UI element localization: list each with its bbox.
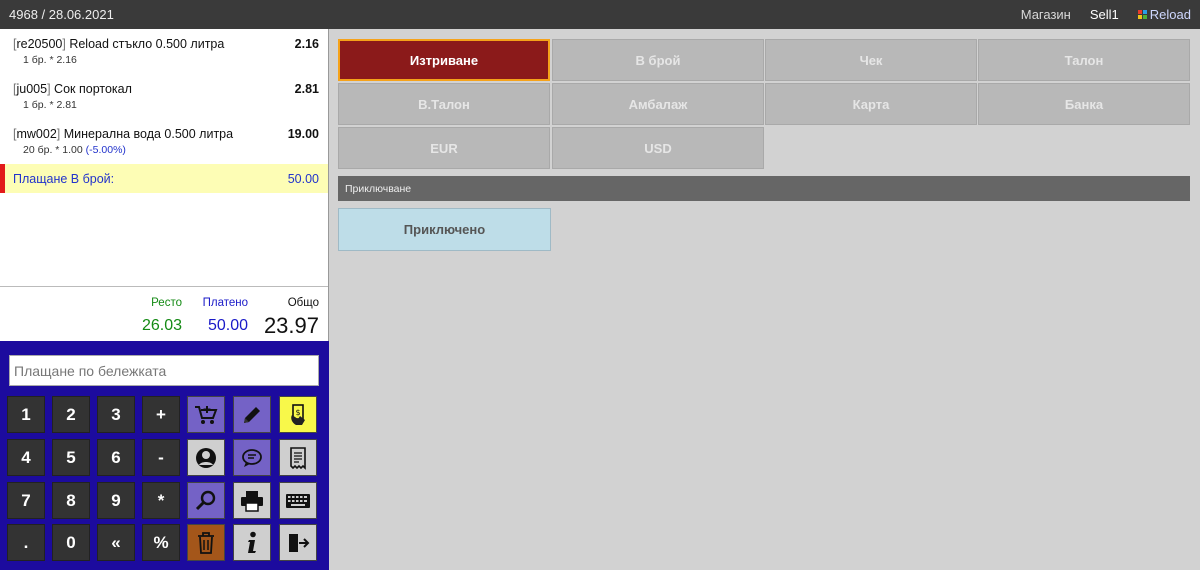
hand-cash-icon: $ bbox=[291, 403, 305, 425]
reload-brand[interactable]: Reload bbox=[1137, 7, 1191, 22]
cash-payment-button[interactable]: В брой bbox=[552, 39, 764, 81]
total-label: Общо bbox=[287, 297, 319, 309]
finish-section-header: Приключване bbox=[338, 176, 1190, 201]
change-block: Ресто 26.03 bbox=[142, 297, 182, 335]
user-circle-icon bbox=[196, 447, 216, 468]
print-button[interactable] bbox=[233, 482, 271, 519]
key-6[interactable]: 6 bbox=[97, 439, 135, 476]
svg-text:$: $ bbox=[295, 408, 300, 417]
trash-icon bbox=[198, 531, 214, 554]
keyboard-button[interactable] bbox=[279, 482, 317, 519]
keyboard-icon bbox=[286, 493, 310, 508]
add-to-cart-button[interactable] bbox=[187, 396, 225, 433]
receipt-item[interactable]: [mw002] Минерална вода 0.500 литра 19.00… bbox=[0, 119, 328, 164]
item-code: ju005 bbox=[16, 82, 48, 96]
key-minus[interactable]: - bbox=[142, 439, 180, 476]
key-9[interactable]: 9 bbox=[97, 482, 135, 519]
finish-button[interactable]: Приключено bbox=[338, 208, 551, 251]
search-icon bbox=[195, 490, 216, 510]
pencil-icon bbox=[244, 406, 260, 423]
payment-note-input[interactable] bbox=[9, 355, 319, 386]
top-bar: 4968 / 28.06.2021 Магазин Sell1 Reload bbox=[0, 0, 1200, 29]
cheque-payment-button[interactable]: Чек bbox=[765, 39, 977, 81]
key-4[interactable]: 4 bbox=[7, 439, 45, 476]
key-5[interactable]: 5 bbox=[52, 439, 90, 476]
key-7[interactable]: 7 bbox=[7, 482, 45, 519]
item-name: Reload стъкло 0.500 литра bbox=[69, 37, 225, 51]
bank-payment-button[interactable]: Банка bbox=[978, 83, 1190, 125]
change-value: 26.03 bbox=[141, 317, 182, 334]
key-percent[interactable]: % bbox=[142, 524, 180, 561]
user-name[interactable]: Sell1 bbox=[1090, 7, 1119, 22]
info-icon bbox=[248, 531, 256, 553]
shop-link[interactable]: Магазин bbox=[1021, 7, 1071, 22]
receipt-button[interactable] bbox=[279, 439, 317, 476]
item-qty: 1 бр. * 2.81 bbox=[23, 99, 77, 111]
chat-bubble-icon bbox=[242, 448, 262, 467]
edit-button[interactable] bbox=[233, 396, 271, 433]
item-name: Сок портокал bbox=[54, 82, 132, 96]
item-code: mw002 bbox=[16, 127, 57, 141]
receipt-item[interactable]: [ju005] Сок портокал 2.81 1 бр. * 2.81 bbox=[0, 74, 328, 119]
receipt-item[interactable]: [re20500] Reload стъкло 0.500 литра 2.16… bbox=[0, 29, 328, 74]
top-bar-right: Магазин Sell1 Reload bbox=[1021, 7, 1191, 22]
search-button[interactable] bbox=[187, 482, 225, 519]
eur-payment-button[interactable]: EUR bbox=[338, 127, 550, 169]
customer-button[interactable] bbox=[187, 439, 225, 476]
total-value: 23.97 bbox=[263, 313, 319, 338]
key-0[interactable]: 0 bbox=[52, 524, 90, 561]
info-button[interactable] bbox=[233, 524, 271, 561]
cart-plus-icon bbox=[195, 405, 218, 424]
usd-payment-button[interactable]: USD bbox=[552, 127, 764, 169]
logout-button[interactable] bbox=[279, 524, 317, 561]
coupon-payment-button[interactable]: Талон bbox=[978, 39, 1190, 81]
packaging-payment-button[interactable]: Амбалаж bbox=[552, 83, 764, 125]
delete-payment-button[interactable]: Изтриване bbox=[338, 39, 550, 81]
key-8[interactable]: 8 bbox=[52, 482, 90, 519]
exit-door-icon bbox=[289, 533, 310, 552]
receipt-list: [re20500] Reload стъкло 0.500 литра 2.16… bbox=[0, 29, 328, 285]
printer-icon bbox=[241, 490, 263, 512]
item-price: 2.81 bbox=[294, 82, 319, 96]
item-name: Минерална вода 0.500 литра bbox=[63, 127, 234, 141]
document-number: 4968 / 28.06.2021 bbox=[9, 7, 114, 22]
total-block: Общо 23.97 bbox=[264, 297, 319, 339]
payment-label: Плащане В брой: bbox=[13, 171, 115, 186]
reload-logo-icon bbox=[1137, 10, 1147, 19]
item-price: 19.00 bbox=[287, 127, 319, 141]
key-plus[interactable]: + bbox=[142, 396, 180, 433]
change-label: Ресто bbox=[151, 297, 182, 309]
key-multiply[interactable]: * bbox=[142, 482, 180, 519]
payment-amount: 50.00 bbox=[287, 171, 319, 186]
item-price: 2.16 bbox=[294, 37, 319, 51]
pay-button[interactable]: $ bbox=[279, 396, 317, 433]
key-backspace[interactable]: « bbox=[97, 524, 135, 561]
item-qty: 20 бр. * 1.00 bbox=[23, 144, 83, 156]
paid-block: Платено 50.00 bbox=[203, 297, 248, 335]
key-dot[interactable]: . bbox=[7, 524, 45, 561]
brand-label: Reload bbox=[1149, 7, 1191, 22]
payment-row[interactable]: Плащане В брой: 50.00 bbox=[0, 164, 328, 193]
paid-value: 50.00 bbox=[207, 317, 248, 334]
key-1[interactable]: 1 bbox=[7, 396, 45, 433]
card-payment-button[interactable]: Карта bbox=[765, 83, 977, 125]
item-code: re20500 bbox=[16, 37, 63, 51]
comment-button[interactable] bbox=[233, 439, 271, 476]
vcoupon-payment-button[interactable]: В.Талон bbox=[338, 83, 550, 125]
receipt-icon bbox=[290, 446, 306, 470]
delete-button[interactable] bbox=[187, 524, 225, 561]
keypad-area: 1 2 3 + 4 5 6 - 7 8 9 * . 0 « % $ bbox=[0, 341, 329, 570]
item-qty: 1 бр. * 2.16 bbox=[23, 54, 77, 66]
totals-area: Ресто 26.03 Платено 50.00 Общо 23.97 bbox=[0, 286, 328, 343]
item-discount: (-5.00%) bbox=[85, 144, 126, 156]
key-3[interactable]: 3 bbox=[97, 396, 135, 433]
paid-label: Платено bbox=[202, 297, 248, 309]
key-2[interactable]: 2 bbox=[52, 396, 90, 433]
